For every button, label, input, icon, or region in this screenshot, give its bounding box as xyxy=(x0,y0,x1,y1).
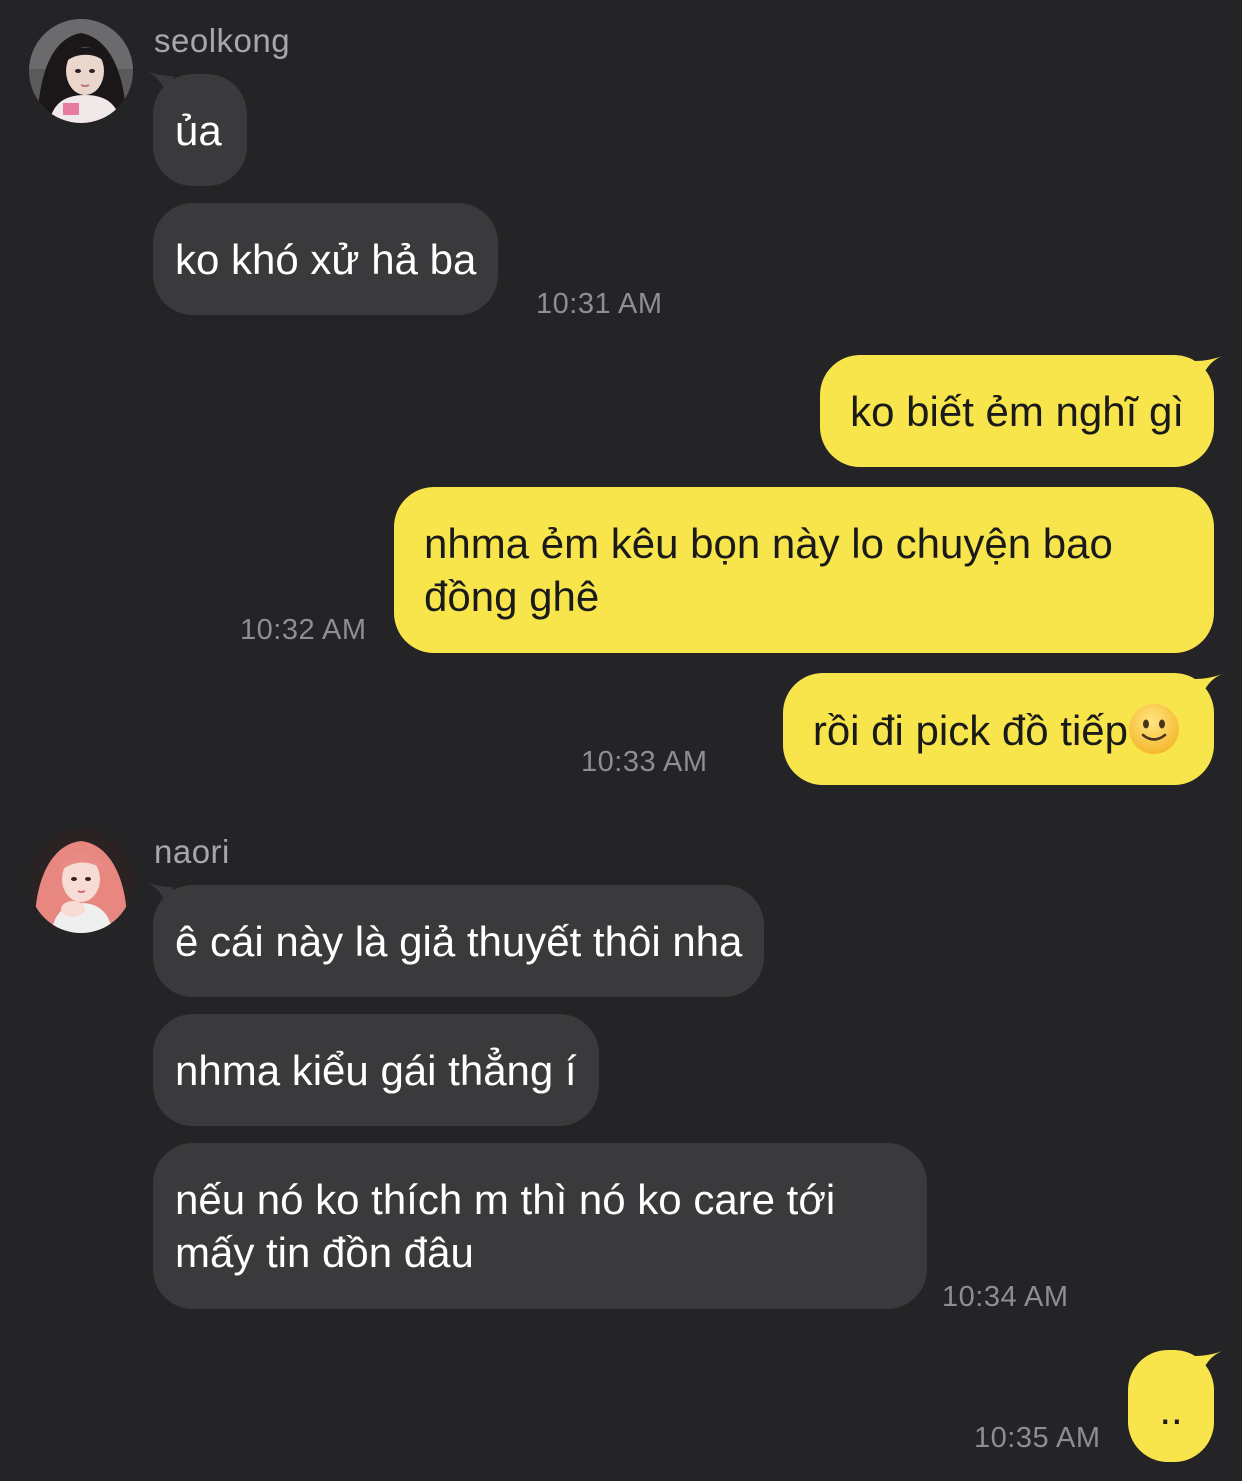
message-bubble-outgoing[interactable]: rồi đi pick đồ tiếp xyxy=(782,673,1214,785)
message-bubble-incoming[interactable]: ko khó xử hả ba xyxy=(153,203,499,315)
message-timestamp: 10:33 AM xyxy=(581,746,708,778)
message-bubble-outgoing[interactable]: ko biết ẻm nghĩ gì xyxy=(820,355,1214,467)
message-text-line: nếu nó ko thích m thì nó ko care tới xyxy=(175,1176,836,1223)
chat-thread[interactable]: seolkong ủa ko khó xử hả ba 10:31 AM ko … xyxy=(0,0,1242,1481)
message-text: ê cái này là giả thuyết thôi nha xyxy=(175,918,743,965)
message-text: rồi đi pick đồ tiếp xyxy=(812,707,1128,754)
message-text: ko biết ẻm nghĩ gì xyxy=(850,388,1184,435)
message-text-line: nhma ẻm kêu bọn này lo chuyện bao xyxy=(424,520,1113,567)
message-bubble-incoming[interactable]: nhma kiểu gái thẳng í xyxy=(153,1014,599,1126)
message-timestamp: 10:34 AM xyxy=(942,1281,1069,1313)
message-text: nhma kiểu gái thẳng í xyxy=(175,1047,577,1094)
message-bubble-outgoing[interactable]: nhma ẻm kêu bọn này lo chuyện bao đồng g… xyxy=(394,487,1214,653)
message-timestamp: 10:31 AM xyxy=(536,288,663,320)
message-bubble-incoming[interactable]: nếu nó ko thích m thì nó ko care tới mấy… xyxy=(153,1143,927,1309)
message-text-line: mấy tin đồn đâu xyxy=(175,1229,474,1276)
avatar-seolkong[interactable] xyxy=(29,19,133,123)
message-timestamp: 10:35 AM xyxy=(974,1422,1101,1454)
message-timestamp: 10:32 AM xyxy=(240,614,367,646)
sender-name-seolkong: seolkong xyxy=(154,22,291,59)
message-text-line: đồng ghê xyxy=(424,573,600,620)
avatar-seolkong-photo xyxy=(29,19,133,123)
message-bubble-outgoing[interactable]: .. xyxy=(1128,1350,1214,1462)
message-bubble-incoming[interactable]: ê cái này là giả thuyết thôi nha xyxy=(153,885,765,997)
message-bubble-incoming[interactable]: ủa xyxy=(153,74,247,186)
avatar-naori[interactable] xyxy=(29,829,133,933)
slightly-smiling-face-icon xyxy=(1128,703,1180,755)
message-text: ko khó xử hả ba xyxy=(175,236,477,283)
sender-name-naori: naori xyxy=(154,833,230,870)
message-text: ủa xyxy=(175,107,222,154)
avatar-naori-photo xyxy=(29,829,133,933)
message-text: .. xyxy=(1159,1386,1183,1433)
